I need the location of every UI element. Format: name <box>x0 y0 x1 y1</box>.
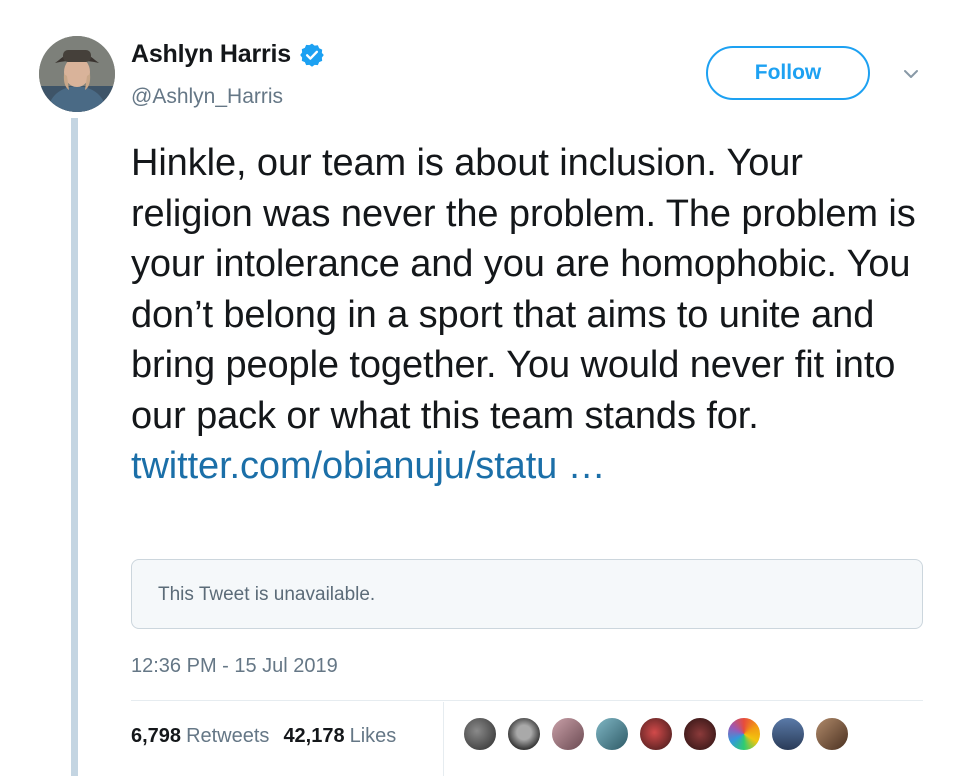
liked-by-avatars <box>462 716 858 758</box>
avatar-photo-icon <box>39 36 115 112</box>
author-avatar[interactable] <box>39 36 115 112</box>
divider <box>131 700 923 701</box>
likes-label: Likes <box>349 725 397 747</box>
likes-stat[interactable]: 42,178 Likes <box>283 725 396 748</box>
retweets-stat[interactable]: 6,798 Retweets <box>131 725 269 748</box>
thread-line <box>71 118 78 776</box>
tweet-timestamp[interactable]: 12:36 PM - 15 Jul 2019 <box>131 655 338 678</box>
liker-avatar[interactable] <box>814 716 850 752</box>
author-display-name[interactable]: Ashlyn Harris <box>131 40 291 69</box>
tweet-text: Hinkle, our team is about inclusion. You… <box>131 142 916 437</box>
follow-button[interactable]: Follow <box>706 46 870 100</box>
author-handle[interactable]: @Ashlyn_Harris <box>131 85 283 109</box>
quoted-tweet-card[interactable]: This Tweet is unavailable. <box>131 559 923 629</box>
likes-count: 42,178 <box>283 725 345 747</box>
chevron-down-icon <box>904 70 918 78</box>
liker-avatar[interactable] <box>726 716 762 752</box>
verified-badge-icon <box>299 42 325 68</box>
retweets-label: Retweets <box>186 725 270 747</box>
tweet-container: Ashlyn Harris @Ashlyn_Harris Follow Hink… <box>0 0 980 776</box>
tweet-link[interactable]: twitter.com/obianuju/statu … <box>131 441 606 492</box>
liker-avatar[interactable] <box>506 716 542 752</box>
liker-avatar[interactable] <box>462 716 498 752</box>
liker-avatar[interactable] <box>770 716 806 752</box>
quoted-tweet-unavailable-text: This Tweet is unavailable. <box>158 584 376 605</box>
more-options-button[interactable] <box>898 64 924 84</box>
author-name-row: Ashlyn Harris <box>131 40 325 69</box>
retweets-count: 6,798 <box>131 725 182 747</box>
tweet-stats: 6,798 Retweets 42,178 Likes <box>131 725 396 748</box>
liker-avatar[interactable] <box>682 716 718 752</box>
liker-avatar[interactable] <box>638 716 674 752</box>
liker-avatar[interactable] <box>594 716 630 752</box>
stats-separator <box>443 702 444 776</box>
tweet-body: Hinkle, our team is about inclusion. You… <box>131 138 931 492</box>
liker-avatar[interactable] <box>550 716 586 752</box>
